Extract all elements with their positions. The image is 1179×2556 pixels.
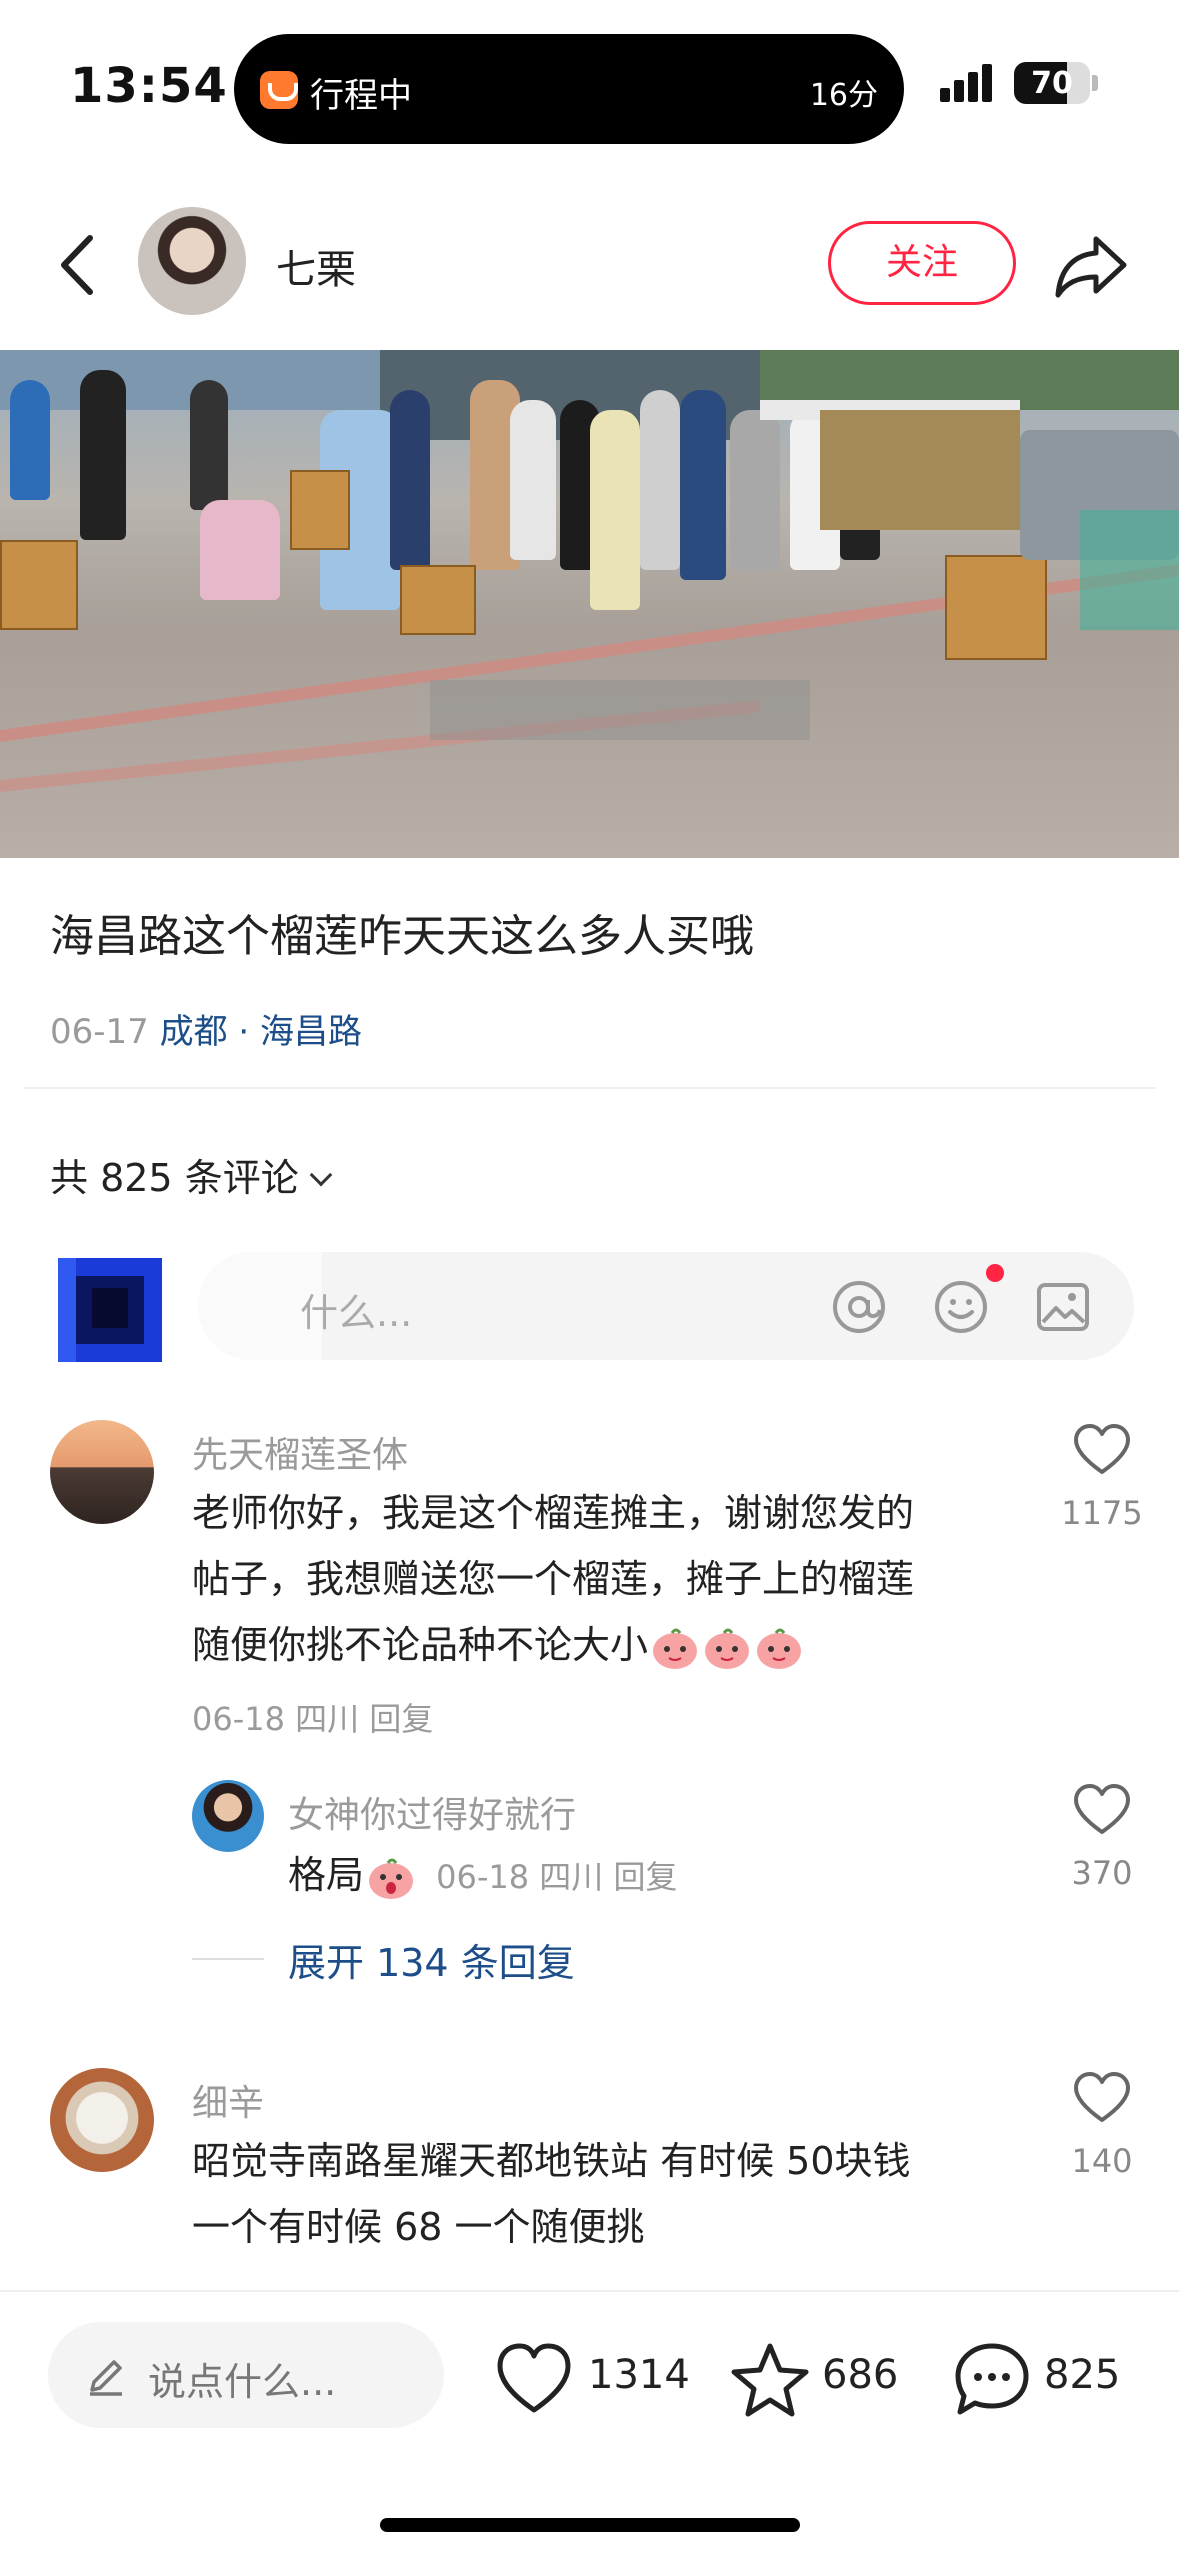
expand-divider (192, 1958, 264, 1960)
comment-count-total: 825 (1044, 2352, 1121, 2398)
post-title: 海昌路这个榴莲咋天天这么多人买哦 (50, 911, 754, 962)
comment-count-sort[interactable]: 共 825 条评论 (50, 1147, 333, 1202)
peach-emoji-icon (653, 1628, 698, 1669)
post-meta: 06-17 成都 · 海昌路 (50, 1004, 362, 1053)
notification-dot (986, 1264, 1004, 1282)
comment-line: 昭觉寺南路星耀天都地铁站 有时候 50块钱 (192, 2139, 911, 2183)
comment-line: 老师你好，我是这个榴莲摊主，谢谢您发的 (192, 1491, 915, 1535)
favorite-count: 686 (822, 2352, 899, 2398)
replier-avatar[interactable] (192, 1780, 264, 1852)
say-something-placeholder: 说点什么... (148, 2360, 337, 2404)
peach-shocked-emoji-icon (369, 1858, 414, 1899)
heart-icon[interactable] (1072, 1782, 1132, 1838)
comment-text: 昭觉寺南路星耀天都地铁站 有时候 50块钱 一个有时候 68 一个随便挑 (192, 2128, 911, 2260)
status-bar: 13:54 行程中 16分 70 (0, 0, 1179, 170)
commenter-avatar[interactable] (50, 1420, 154, 1524)
at-icon[interactable] (830, 1278, 888, 1336)
comment-count-label: 共 825 条评论 (50, 1156, 299, 1200)
peach-emoji-icon (757, 1628, 802, 1669)
like-count: 370 (1071, 1854, 1133, 1892)
reply-text: 格局 06-18 四川 回复 (288, 1842, 677, 1910)
post-date: 06-17 (50, 1012, 149, 1052)
divider (24, 1087, 1155, 1089)
like-count-total: 1314 (588, 2352, 690, 2398)
comment-line: 帖子，我想赠送您一个榴莲，摊子上的榴莲 (192, 1557, 915, 1601)
pen-icon (90, 2360, 122, 2396)
trip-eta: 16分 (809, 78, 878, 113)
comment-line: 随便你挑不论品种不论大小 (192, 1612, 914, 1678)
replier-name[interactable]: 女神你过得好就行 (288, 1786, 576, 1838)
battery-percent: 70 (1031, 66, 1073, 101)
post-location-link[interactable]: 成都 · 海昌路 (160, 1012, 362, 1052)
battery-tip (1092, 75, 1098, 91)
back-arrow-icon[interactable] (50, 230, 110, 300)
comment-line: 一个有时候 68 一个随便挑 (192, 2205, 645, 2249)
heart-icon[interactable] (1072, 2070, 1132, 2126)
didi-icon (260, 71, 298, 109)
image-icon[interactable] (1034, 1278, 1092, 1336)
like-count: 140 (1071, 2142, 1133, 2180)
reply-text-content: 格局 (288, 1853, 365, 1897)
comment-meta[interactable]: 06-18 四川 回复 (192, 1694, 433, 1740)
commenter-name[interactable]: 细辛 (192, 2074, 264, 2126)
bottom-action-bar: 说点什么... 1314 686 825 (0, 2290, 1179, 2556)
reply-meta[interactable]: 06-18 四川 回复 (436, 1858, 677, 1896)
dynamic-island-live-activity[interactable]: 行程中 16分 (234, 34, 904, 144)
chevron-down-icon (309, 1163, 333, 1187)
post-header: 七栗 关注 (0, 195, 1179, 335)
cellular-signal-icon (940, 62, 998, 102)
comment-input-placeholder: 什么... (300, 1291, 413, 1335)
peach-emoji-icon (705, 1628, 750, 1669)
home-indicator[interactable] (380, 2518, 800, 2532)
author-avatar[interactable] (138, 207, 246, 315)
comment-text: 老师你好，我是这个榴莲摊主，谢谢您发的 帖子，我想赠送您一个榴莲，摊子上的榴莲 … (192, 1480, 914, 1678)
heart-icon[interactable] (1072, 1422, 1132, 1478)
status-time: 13:54 (70, 58, 228, 114)
star-icon[interactable] (730, 2340, 810, 2418)
emoji-icon[interactable] (932, 1278, 990, 1336)
like-heart-icon[interactable] (494, 2340, 574, 2418)
follow-button[interactable]: 关注 (828, 221, 1016, 305)
say-something-input[interactable]: 说点什么... (48, 2322, 444, 2428)
like-count: 1175 (1061, 1494, 1143, 1532)
commenter-name[interactable]: 先天榴莲圣体 (192, 1426, 408, 1478)
author-name[interactable]: 七栗 (276, 237, 356, 295)
battery-icon: 70 (1014, 62, 1090, 104)
my-avatar (58, 1258, 162, 1362)
expand-replies-button[interactable]: 展开 134 条回复 (288, 1932, 575, 1987)
comment-bubble-icon[interactable] (952, 2340, 1032, 2418)
comment-line-text: 随便你挑不论品种不论大小 (192, 1623, 649, 1667)
commenter-avatar[interactable] (50, 2068, 154, 2172)
share-icon[interactable] (1054, 231, 1128, 301)
post-photo[interactable] (0, 350, 1179, 858)
trip-status: 行程中 (310, 76, 412, 116)
